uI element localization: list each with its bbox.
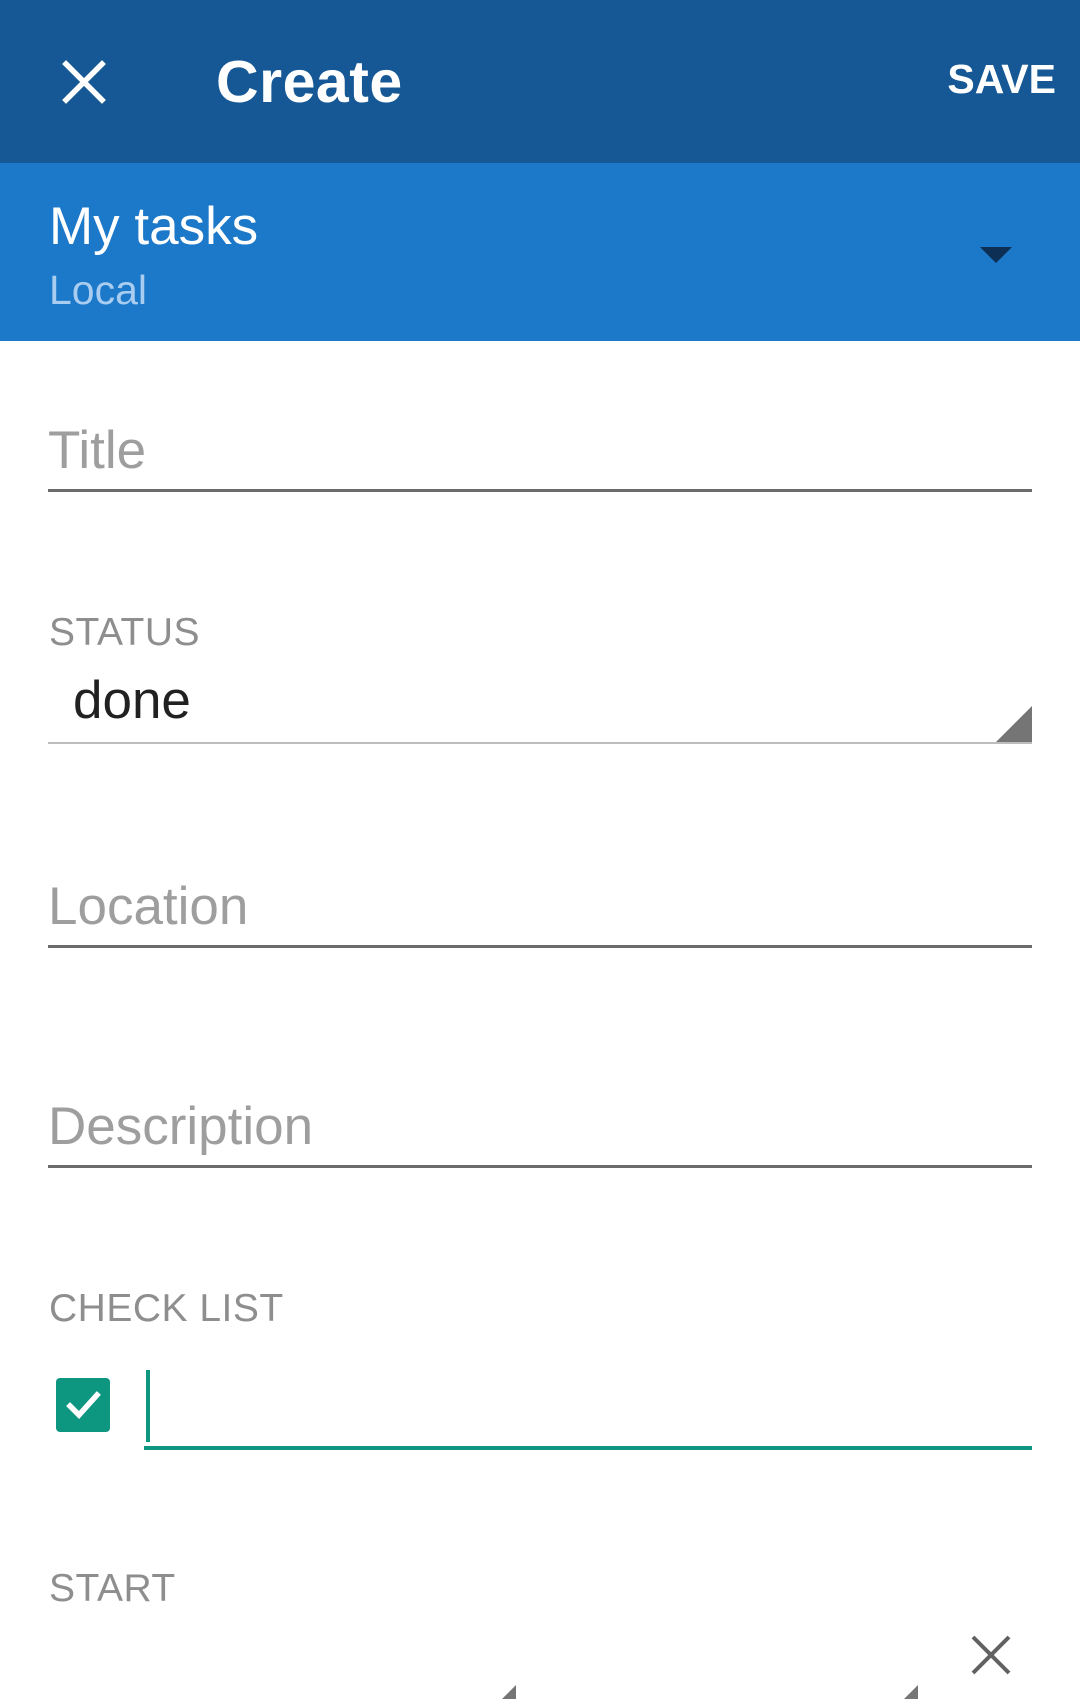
text-cursor: [146, 1370, 150, 1442]
location-input[interactable]: [48, 868, 1032, 948]
title-field-container: [48, 412, 1032, 492]
checklist-item: [48, 1366, 1032, 1452]
checklist-item-input[interactable]: [144, 1366, 1032, 1450]
checklist-item-checkbox[interactable]: [56, 1378, 110, 1432]
spinner-corner-icon: [904, 1685, 918, 1699]
app-bar: Create SAVE: [0, 0, 1080, 163]
start-row: [48, 1620, 1032, 1699]
status-value: done: [73, 671, 191, 730]
title-input[interactable]: [48, 412, 1032, 492]
start-time-picker[interactable]: [526, 1620, 918, 1699]
dropdown-arrow-icon: [980, 247, 1012, 263]
location-field-container: [48, 868, 1032, 948]
checkmark-icon: [66, 1391, 101, 1419]
close-icon: [62, 60, 106, 104]
task-list-name: My tasks: [49, 197, 259, 256]
spinner-corner-icon: [502, 1685, 516, 1699]
spinner-corner-icon: [996, 706, 1032, 742]
start-label: START: [49, 1567, 176, 1610]
close-icon: [971, 1635, 1011, 1675]
task-list-account: Local: [49, 267, 148, 313]
status-dropdown[interactable]: done: [48, 664, 1032, 744]
close-button[interactable]: [38, 36, 130, 128]
page-title: Create: [216, 49, 403, 115]
status-label: STATUS: [49, 611, 201, 654]
start-date-picker[interactable]: [48, 1620, 516, 1699]
clear-start-button[interactable]: [956, 1620, 1026, 1690]
checklist-label: CHECK LIST: [49, 1287, 284, 1330]
description-field-container: [48, 1088, 1032, 1168]
save-button[interactable]: SAVE: [947, 56, 1056, 103]
description-input[interactable]: [48, 1088, 1032, 1168]
task-list-selector[interactable]: My tasks Local: [0, 163, 1080, 341]
